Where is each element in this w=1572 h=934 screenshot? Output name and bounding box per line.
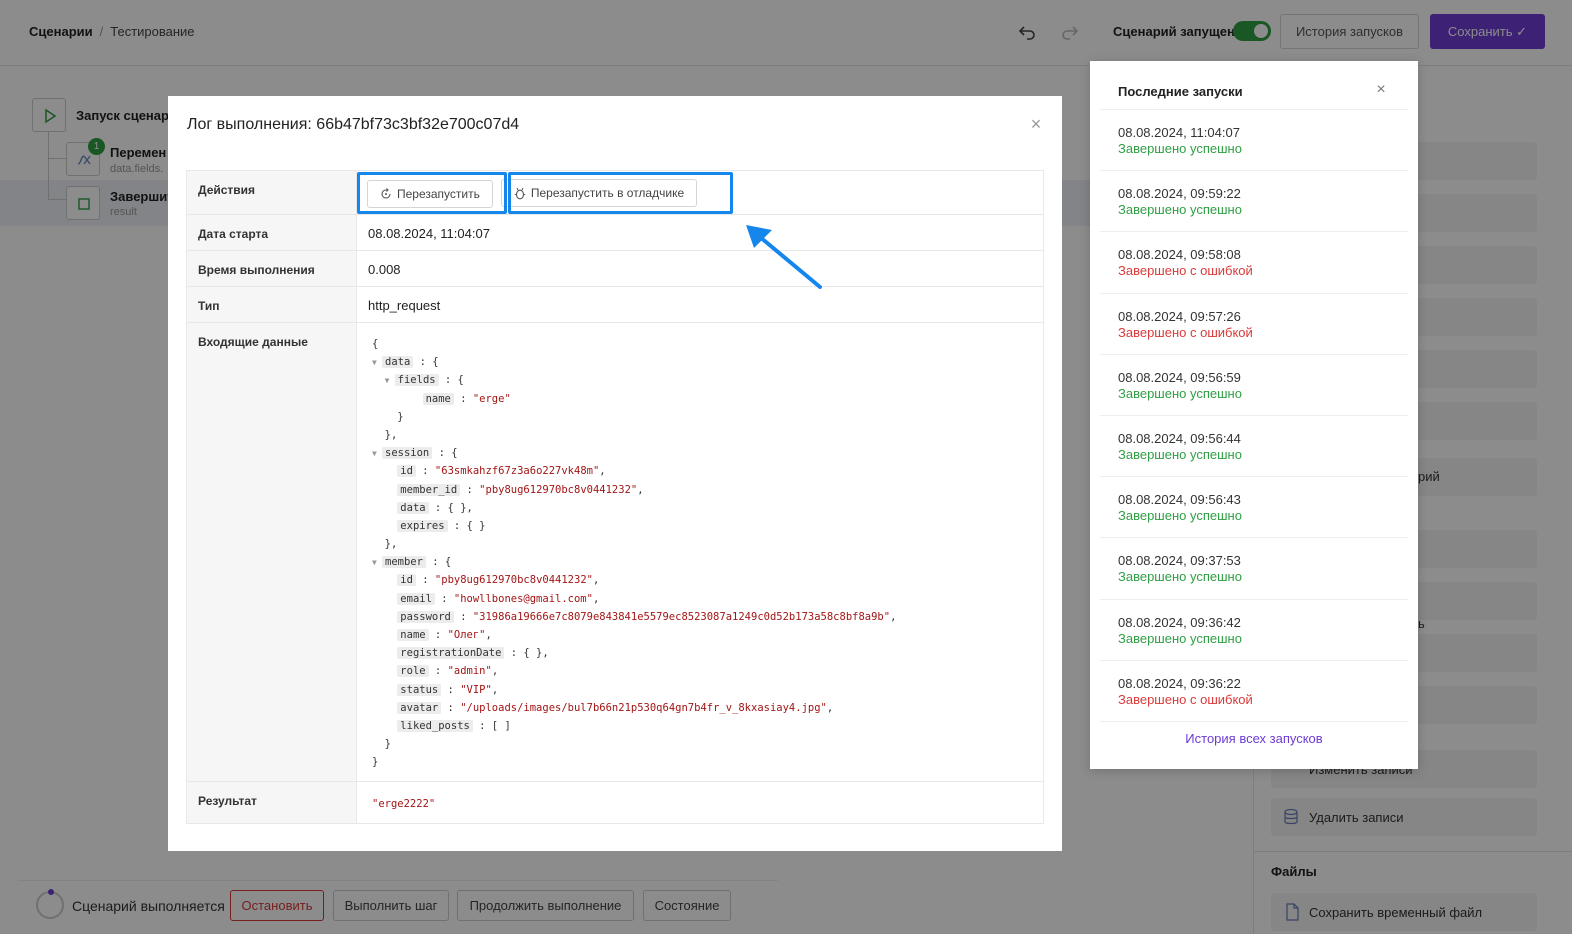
highlight-box (508, 172, 733, 214)
input-data-cell: { ▼ data : { ▼ fields : { name : "erge" } … (357, 323, 1043, 781)
run-date: 08.08.2024, 09:56:59 (1118, 369, 1241, 385)
run-status: Завершено с ошибкой (1118, 324, 1253, 340)
highlight-box (357, 172, 507, 214)
list-item[interactable]: 08.08.2024, 09:56:59 Завершено успешно (1100, 355, 1408, 416)
run-status: Завершено успешно (1118, 202, 1242, 218)
actions-label: Действия (187, 171, 357, 214)
run-date: 08.08.2024, 09:37:53 (1118, 553, 1241, 569)
json-line[interactable]: ▼ member : { (372, 553, 1032, 571)
list-item[interactable]: 08.08.2024, 09:56:44 Завершено успешно (1100, 416, 1408, 478)
json-line: name : "erge" (372, 390, 1032, 408)
json-value: "VIP" (460, 683, 492, 696)
input-data-label: Входящие данные (187, 323, 357, 781)
json-value: "admin" (447, 665, 492, 678)
json-line: } (372, 756, 379, 769)
json-line[interactable]: ▼ session : { (372, 444, 1032, 462)
json-line: id : "pby8ug612970bc8v0441232", (372, 571, 1032, 589)
list-item[interactable]: 08.08.2024, 09:36:22 Завершено с ошибкой (1100, 661, 1408, 722)
modal-title: Лог выполнения: 66b47bf73c3bf32e700c07d4 (187, 116, 520, 133)
json-value: "pby8ug612970bc8v0441232" (434, 574, 593, 587)
json-line[interactable]: ▼ fields : { (372, 371, 1032, 389)
json-line: }, (372, 538, 398, 551)
json-viewer: { ▼ data : { ▼ fields : { name : "erge" } … (372, 335, 1032, 772)
list-item[interactable]: 08.08.2024, 09:36:42 Завершено успешно (1100, 600, 1408, 661)
collapse-caret-icon[interactable]: ▼ (372, 445, 382, 463)
run-status: Завершено успешно (1118, 630, 1242, 646)
json-value: "howllbones@gmail.com" (453, 592, 593, 605)
recent-runs-panel: Последние запуски × 08.08.2024, 11:04:07… (1090, 61, 1418, 769)
json-line: liked_posts : [ ] (372, 717, 1032, 735)
run-status: Завершено успешно (1118, 141, 1242, 156)
json-line: member_id : "pby8ug612970bc8v0441232", (372, 481, 1032, 499)
json-value: "/uploads/images/bul7b66n21p530q64gn7b4f… (460, 701, 827, 714)
list-item[interactable]: 08.08.2024, 09:37:53 Завершено успешно (1100, 538, 1408, 600)
list-item[interactable]: 08.08.2024, 09:56:43 Завершено успешно (1100, 477, 1408, 539)
json-line: email : "howllbones@gmail.com", (372, 590, 1032, 608)
run-date: 08.08.2024, 09:58:08 (1118, 247, 1241, 263)
list-item[interactable]: 08.08.2024, 09:58:08 Завершено с ошибкой (1100, 232, 1408, 294)
json-line: } (372, 738, 391, 751)
recent-runs-list: 08.08.2024, 11:04:07 Завершено успешно 08.… (1100, 109, 1408, 722)
list-item[interactable]: 08.08.2024, 09:59:22 Завершено успешно (1100, 171, 1408, 233)
result-cell: "erge2222" (357, 782, 1043, 823)
json-line: expires : { } (372, 517, 1032, 535)
run-date: 08.08.2024, 09:36:22 (1118, 675, 1241, 691)
json-value: "pby8ug612970bc8v0441232" (479, 483, 638, 496)
result-label: Результат (187, 782, 357, 823)
collapse-caret-icon[interactable]: ▼ (372, 554, 382, 572)
json-value: "Олег" (447, 629, 486, 641)
run-status: Завершено успешно (1118, 508, 1242, 524)
run-status: Завершено с ошибкой (1118, 263, 1253, 279)
recent-runs-title: Последние запуски (1118, 84, 1243, 99)
table-row: Входящие данные { ▼ data : { ▼ fields : { … (187, 323, 1043, 782)
type-label: Тип (187, 287, 357, 322)
run-status: Завершено с ошибкой (1118, 691, 1253, 707)
start-date-label: Дата старта (187, 215, 357, 250)
run-status: Завершено успешно (1118, 569, 1242, 585)
json-line: password : "31986a19666e7c8079e843841e55… (372, 608, 1032, 626)
run-date: 08.08.2024, 09:59:22 (1118, 186, 1241, 202)
list-item[interactable]: 08.08.2024, 09:57:26 Завершено с ошибкой (1100, 294, 1408, 355)
run-date: 08.08.2024, 09:57:26 (1118, 308, 1241, 324)
json-line: registrationDate : { }, (372, 644, 1032, 662)
close-icon[interactable]: × (1026, 114, 1046, 134)
run-status: Завершено успешно (1118, 446, 1242, 462)
log-table: Действия Перезапустить Перезапустить в о… (186, 170, 1044, 824)
run-date: 08.08.2024, 09:56:44 (1118, 430, 1241, 446)
collapse-caret-icon[interactable]: ▼ (372, 354, 382, 372)
json-line: } (372, 410, 404, 423)
json-line[interactable]: ▼ data : { (372, 353, 1032, 371)
json-line: { (372, 338, 379, 350)
table-row: Дата старта 08.08.2024, 11:04:07 (187, 215, 1043, 251)
list-item[interactable]: 08.08.2024, 11:04:07 Завершено успешно (1100, 110, 1408, 172)
json-line: role : "admin", (372, 662, 1032, 680)
run-date: 08.08.2024, 09:36:42 (1118, 614, 1241, 630)
all-runs-link[interactable]: История всех запусков (1090, 731, 1418, 746)
run-date: 08.08.2024, 09:56:43 (1118, 492, 1241, 508)
json-line: data : { }, (372, 499, 1032, 517)
duration-value: 0.008 (368, 262, 401, 277)
start-date-value: 08.08.2024, 11:04:07 (368, 226, 490, 241)
run-status: Завершено успешно (1118, 385, 1242, 401)
json-value: "erge" (472, 392, 511, 405)
table-row: Время выполнения 0.008 (187, 251, 1043, 287)
duration-label: Время выполнения (187, 251, 357, 286)
collapse-caret-icon[interactable]: ▼ (385, 372, 395, 390)
type-value: http_request (368, 298, 441, 313)
json-line: status : "VIP", (372, 681, 1032, 699)
annotation-arrow-icon (746, 225, 822, 289)
run-date: 08.08.2024, 11:04:07 (1118, 125, 1240, 140)
json-line: name : "Олег", (372, 626, 1032, 644)
json-line: avatar : "/uploads/images/bul7b66n21p530… (372, 699, 1032, 717)
json-value: "31986a19666e7c8079e843841e5579ec8523087… (472, 610, 891, 623)
json-line: }, (372, 428, 398, 441)
result-value: "erge2222" (372, 798, 436, 810)
json-line: id : "63smkahzf67z3a6o227vk48m", (372, 462, 1032, 480)
close-icon[interactable]: × (1372, 81, 1390, 99)
table-row: Тип http_request (187, 287, 1043, 323)
table-row: Результат "erge2222" (187, 782, 1043, 823)
json-value: "63smkahzf67z3a6o227vk48m" (434, 465, 600, 478)
